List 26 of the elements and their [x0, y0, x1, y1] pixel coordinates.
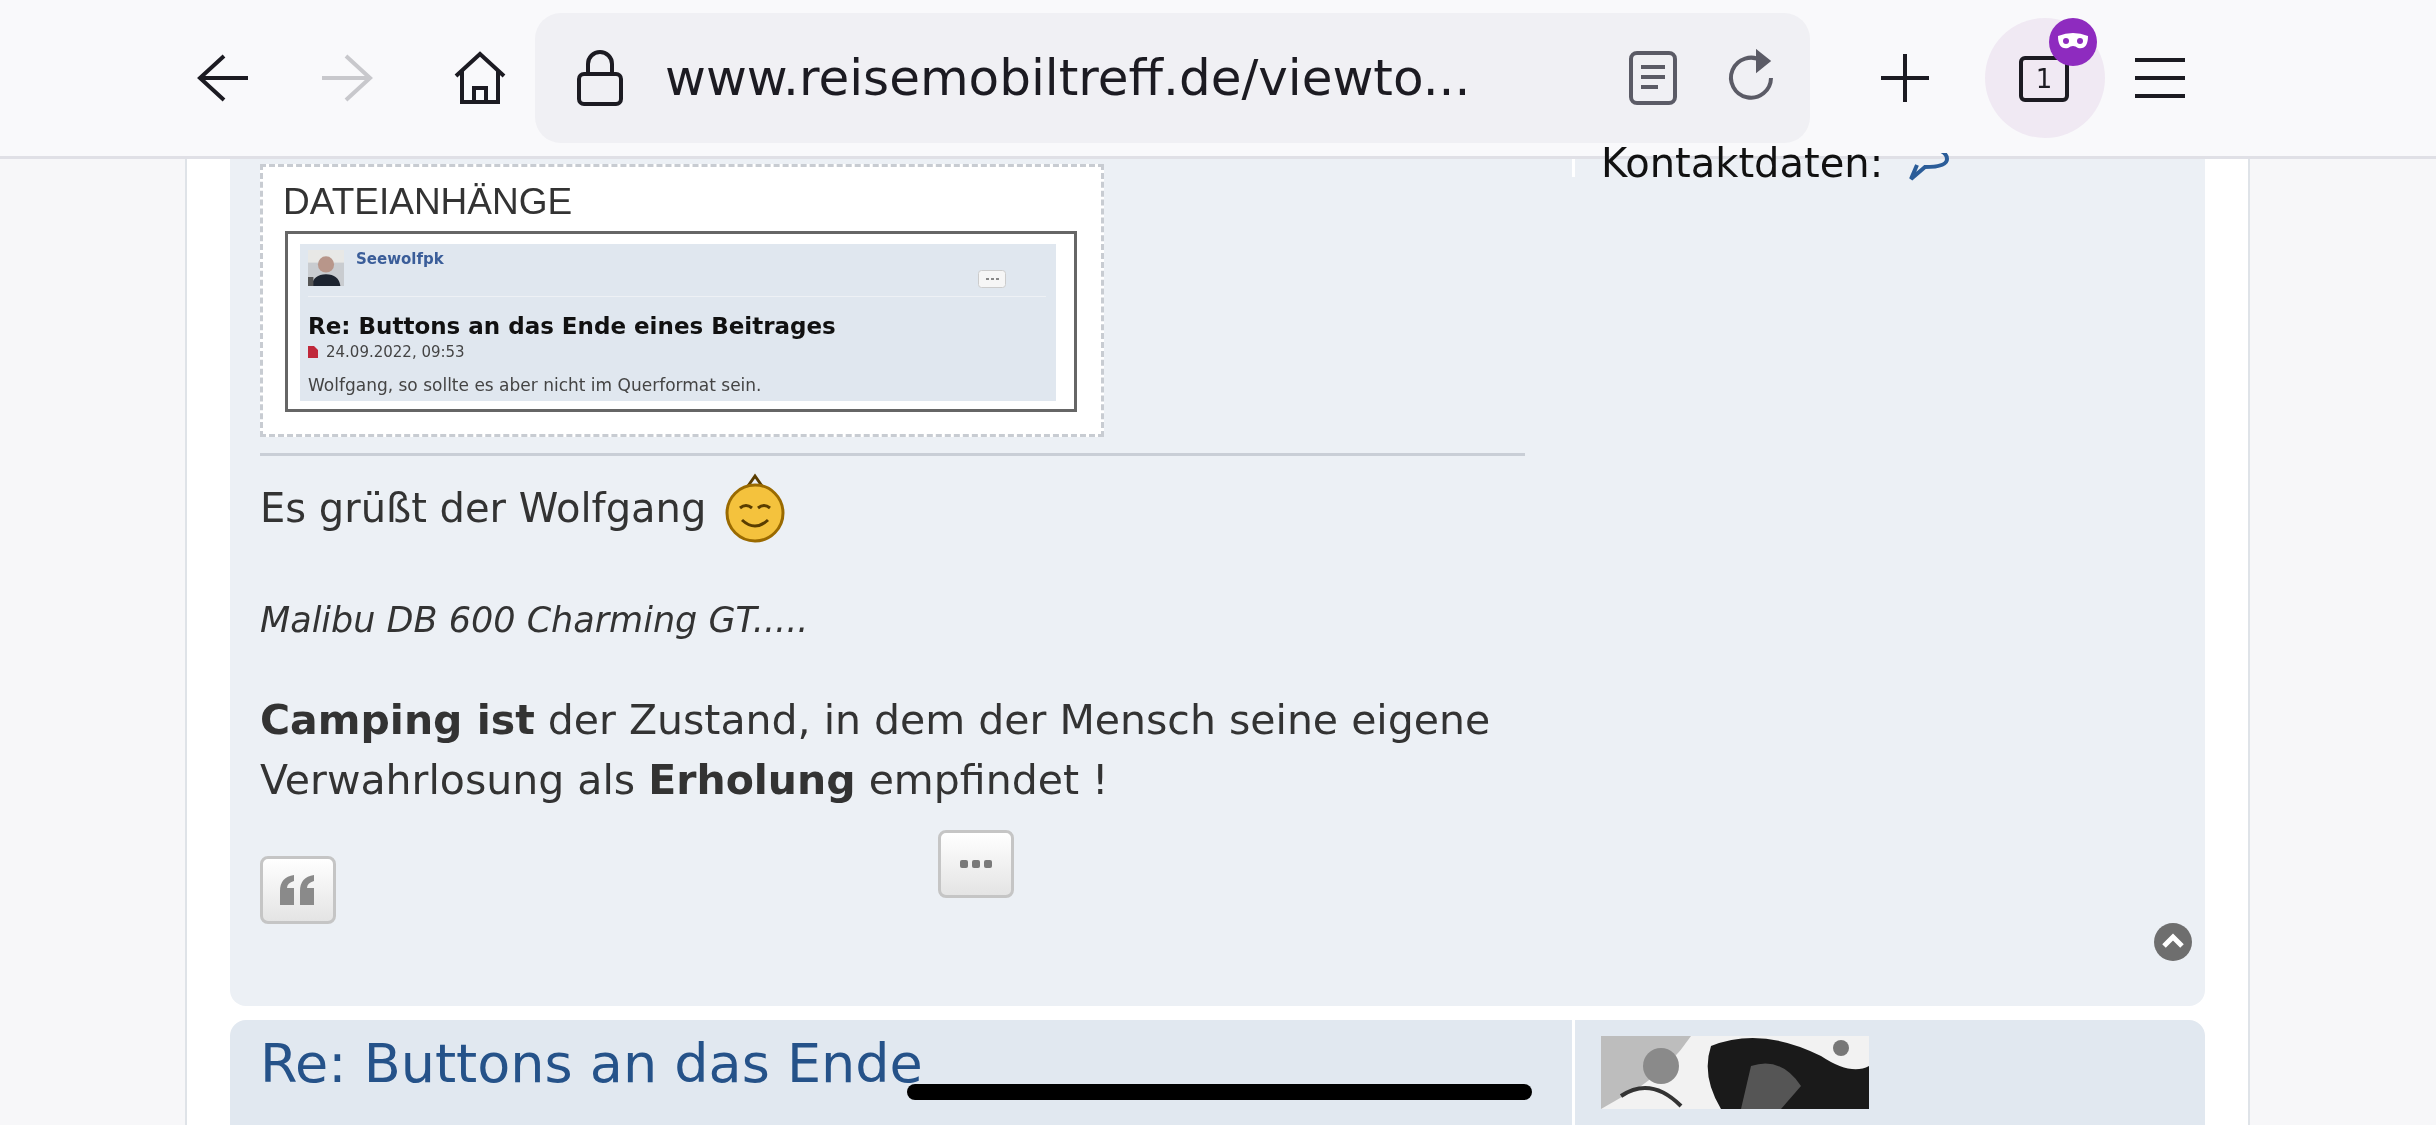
author-name: Seewolfpk [356, 250, 445, 268]
post-title[interactable]: Re: Buttons an das Ende [260, 1032, 1525, 1125]
lock-icon [575, 48, 625, 108]
post-text: Wolfgang, so sollte es aber nicht im Querformat sein. [308, 375, 763, 395]
post-date: 24.09.2022, 09:53 [326, 343, 465, 361]
address-bar[interactable]: www.reisemobiltreff.de/viewto... [535, 13, 1810, 143]
more-icon [978, 270, 1006, 288]
url-text: www.reisemobiltreff.de/viewto... [665, 49, 1472, 107]
back-to-top-icon[interactable] [2153, 922, 2193, 962]
reader-view-icon[interactable] [1628, 50, 1678, 106]
ellipsis-icon [960, 859, 992, 869]
tabs-button[interactable]: 1 [1985, 18, 2105, 138]
post-icon [308, 346, 318, 358]
signature-greeting: Es grüßt der Wolfgang [260, 485, 707, 531]
quote-button[interactable] [260, 856, 336, 924]
signature-motto: Camping ist der Zustand, in dem der Mensch seine eigene Verwahrlosung als Erholung empfindet ! [260, 695, 1492, 806]
menu-icon [2133, 56, 2187, 100]
vehicle-signature: Malibu DB 600 Charming GT..... [260, 600, 810, 640]
smiley-icon [724, 472, 787, 544]
profile-text: Kontaktdaten: [1601, 140, 1884, 186]
more-button[interactable] [938, 830, 1014, 898]
attachments-heading: DATEIANHÄNGE [283, 181, 574, 223]
private-badge [2049, 18, 2097, 66]
attachment-screenshot[interactable]: Seewolfpk Re: Buttons an das Ende eines Beitrages 24.09.2022, 09:53 Wolfgang, so sollte es aber nicht im Querformat sein. [285, 231, 1077, 412]
post-title: Re: Buttons an das Ende eines Beitrages [308, 313, 837, 339]
plus-icon [1879, 52, 1931, 104]
